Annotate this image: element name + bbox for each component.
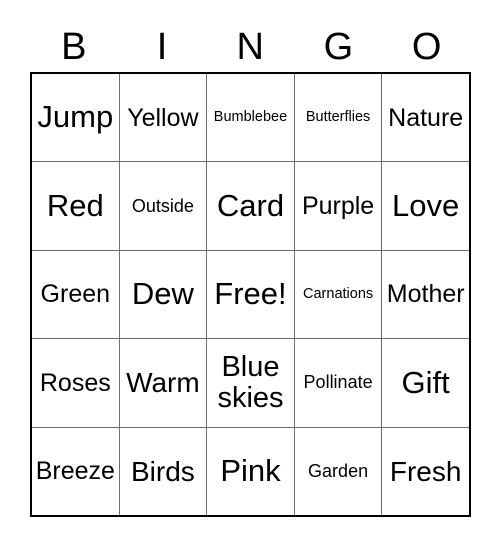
bingo-cell-label: Warm xyxy=(126,367,200,399)
bingo-cell[interactable]: Yellow xyxy=(118,74,207,162)
bingo-cell[interactable]: Pink xyxy=(206,427,294,515)
header-letter-text: I xyxy=(156,26,168,68)
bingo-row: Red Outside Card Purple Love xyxy=(32,161,469,250)
bingo-cell-label: Gift xyxy=(401,364,450,400)
bingo-header-letter-o: O xyxy=(383,22,471,72)
bingo-cell-label: Red xyxy=(46,187,104,223)
bingo-cell[interactable]: Warm xyxy=(118,339,207,427)
bingo-cell[interactable]: Red xyxy=(32,162,119,249)
bingo-cell-label: Outside xyxy=(131,195,194,216)
bingo-cell-label: Green xyxy=(40,280,111,309)
bingo-cell-label: Roses xyxy=(39,368,111,397)
bingo-cell[interactable]: Purple xyxy=(293,162,382,250)
bingo-cell-label: Jump xyxy=(37,99,114,135)
bingo-cell[interactable]: Blue skies xyxy=(206,339,294,427)
bingo-cell[interactable]: Jump xyxy=(32,74,119,161)
bingo-cell-label: Pollinate xyxy=(303,372,373,393)
header-letter-text: G xyxy=(323,26,354,68)
bingo-card: B I N G O Jump Yellow Bumblebee Butterflies… xyxy=(30,22,471,517)
bingo-header-letter-n: N xyxy=(206,22,294,72)
bingo-cell-label: Card xyxy=(216,187,285,223)
bingo-header-letter-i: I xyxy=(118,22,206,72)
header-letter-text: B xyxy=(61,26,88,68)
bingo-cell[interactable]: Free! xyxy=(206,250,294,339)
bingo-cell-label: Love xyxy=(392,187,460,223)
bingo-row: Green Dew Free! Carnations Mother xyxy=(32,249,469,339)
bingo-cell[interactable]: Dew xyxy=(118,250,207,339)
bingo-cell[interactable]: Breeze xyxy=(32,428,119,515)
bingo-cell[interactable]: Nature xyxy=(381,74,469,162)
bingo-cell[interactable]: Bumblebee xyxy=(206,74,294,162)
bingo-row: Roses Warm Blue skies Pollinate Gift xyxy=(32,338,469,427)
bingo-cell-label: Nature xyxy=(388,103,464,132)
bingo-cell[interactable]: Green xyxy=(32,251,119,338)
bingo-cell-label: Butterflies xyxy=(305,109,371,126)
bingo-cell[interactable]: Fresh xyxy=(381,427,469,515)
bingo-cell[interactable]: Birds xyxy=(118,427,207,515)
bingo-cell-label: Purple xyxy=(301,191,375,220)
bingo-cell[interactable]: Pollinate xyxy=(293,339,382,427)
bingo-cell[interactable]: Love xyxy=(381,162,469,250)
bingo-header-letter-b: B xyxy=(30,22,118,72)
bingo-cell[interactable]: Outside xyxy=(118,162,207,250)
bingo-cell-label: Dew xyxy=(131,276,194,312)
bingo-cell-label: Breeze xyxy=(35,457,115,486)
bingo-cell-label: Pink xyxy=(220,452,281,488)
bingo-cell-label: Free! xyxy=(214,276,287,312)
bingo-cell[interactable]: Garden xyxy=(293,427,382,515)
bingo-cell-label: Garden xyxy=(308,460,369,481)
bingo-cell-label: Fresh xyxy=(389,455,462,487)
header-letter-text: O xyxy=(411,26,442,68)
bingo-cell-label: Mother xyxy=(386,280,465,309)
header-letter-text: N xyxy=(236,26,265,68)
bingo-cell[interactable]: Mother xyxy=(381,250,469,339)
bingo-cell[interactable]: Card xyxy=(206,162,294,250)
bingo-row: Jump Yellow Bumblebee Butterflies Nature xyxy=(32,74,469,162)
bingo-header-letter-g: G xyxy=(295,22,383,72)
bingo-grid: Jump Yellow Bumblebee Butterflies Nature Red O… xyxy=(30,72,471,517)
bingo-cell-label: Birds xyxy=(130,455,195,487)
bingo-header-row: B I N G O xyxy=(30,22,471,72)
bingo-cell-label: Carnations xyxy=(303,285,374,302)
bingo-cell-label: Yellow xyxy=(127,103,199,132)
bingo-row: Breeze Birds Pink Garden Fresh xyxy=(32,426,469,515)
bingo-cell[interactable]: Roses xyxy=(32,339,119,426)
bingo-cell-label: Blue skies xyxy=(217,351,284,414)
bingo-cell[interactable]: Gift xyxy=(381,339,469,427)
bingo-cell[interactable]: Carnations xyxy=(293,250,382,339)
bingo-cell[interactable]: Butterflies xyxy=(293,74,382,162)
bingo-cell-label: Bumblebee xyxy=(213,109,288,126)
